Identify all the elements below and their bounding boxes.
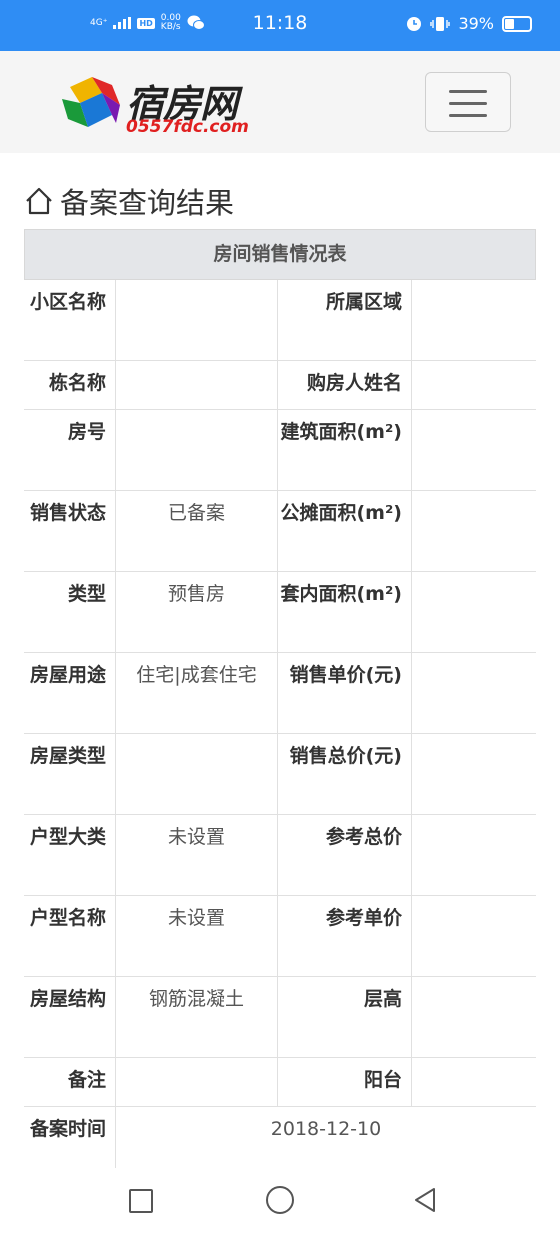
- field-value: [412, 572, 536, 652]
- field-label: 层高: [278, 977, 412, 1057]
- alarm-icon: [407, 16, 422, 31]
- field-label: 房屋用途: [24, 653, 116, 733]
- field-label: 套内面积(m²): [278, 572, 412, 652]
- recent-apps-button[interactable]: [129, 1189, 153, 1213]
- table-row: 小区名称 所属区域: [24, 280, 536, 361]
- field-label: 户型大类: [24, 815, 116, 895]
- field-value: [412, 1058, 536, 1106]
- table-row: 房号 建筑面积(m²): [24, 410, 536, 491]
- field-label: 销售单价(元): [278, 653, 412, 733]
- field-value: [116, 734, 278, 814]
- field-value: [116, 410, 278, 490]
- field-value: 钢筋混凝土: [116, 977, 278, 1057]
- field-label: 房号: [24, 410, 116, 490]
- page-title-text: 备案查询结果: [60, 186, 235, 220]
- field-label: 参考总价: [278, 815, 412, 895]
- field-value: [412, 491, 536, 571]
- field-value: [412, 280, 536, 360]
- status-right: 39%: [406, 14, 532, 33]
- field-value: [412, 653, 536, 733]
- field-label: 户型名称: [24, 896, 116, 976]
- table-row: 房屋用途 住宅|成套住宅 销售单价(元): [24, 653, 536, 734]
- field-value: [412, 977, 536, 1057]
- field-label: 公摊面积(m²): [278, 491, 412, 571]
- hamburger-icon: [449, 90, 487, 93]
- field-value: [116, 280, 278, 360]
- battery-fill: [505, 18, 514, 29]
- field-label: 备案时间: [24, 1107, 116, 1168]
- field-label: 备注: [24, 1058, 116, 1106]
- field-value: 已备案: [116, 491, 278, 571]
- table-row: 房屋结构 钢筋混凝土 层高: [24, 977, 536, 1058]
- field-label: 房屋类型: [24, 734, 116, 814]
- field-value: [412, 410, 536, 490]
- battery-percent: 39%: [458, 14, 494, 33]
- page-title: 备案查询结果: [24, 180, 234, 222]
- home-icon: [26, 187, 52, 215]
- field-label: 购房人姓名: [278, 361, 412, 409]
- table-title: 房间销售情况表: [24, 229, 536, 280]
- back-button[interactable]: [412, 1186, 438, 1214]
- menu-button[interactable]: [425, 72, 511, 132]
- site-logo[interactable]: 宿房网 0557fdc.com: [62, 71, 262, 137]
- table-row: 栋名称 购房人姓名: [24, 361, 536, 410]
- table-row: 备注 阳台: [24, 1058, 536, 1107]
- table-row: 备案时间 2018-12-10: [24, 1107, 536, 1168]
- field-value: 未设置: [116, 815, 278, 895]
- field-value: [116, 361, 278, 409]
- field-label: 参考单价: [278, 896, 412, 976]
- hamburger-icon: [449, 102, 487, 105]
- field-value: [412, 815, 536, 895]
- status-bar: 4G⁺ HD 0.00 KB/s 11:18 39%: [0, 0, 560, 51]
- field-label: 房屋结构: [24, 977, 116, 1057]
- logo-domain: 0557fdc.com: [126, 117, 249, 137]
- field-value: 住宅|成套住宅: [116, 653, 278, 733]
- field-value: 预售房: [116, 572, 278, 652]
- field-label: 所属区域: [278, 280, 412, 360]
- field-label: 销售总价(元): [278, 734, 412, 814]
- field-label: 建筑面积(m²): [278, 410, 412, 490]
- field-value: [412, 734, 536, 814]
- navigation-bar: [0, 1168, 560, 1233]
- field-value: [116, 1058, 278, 1106]
- table-row: 销售状态 已备案 公摊面积(m²): [24, 491, 536, 572]
- table-row: 户型大类 未设置 参考总价: [24, 815, 536, 896]
- hamburger-icon: [449, 114, 487, 117]
- field-value: 未设置: [116, 896, 278, 976]
- field-label: 类型: [24, 572, 116, 652]
- vibrate-icon: [430, 16, 451, 31]
- home-button[interactable]: [266, 1186, 294, 1214]
- field-value: [412, 896, 536, 976]
- table-row: 房屋类型 销售总价(元): [24, 734, 536, 815]
- table-row: 户型名称 未设置 参考单价: [24, 896, 536, 977]
- logo-cube-icon: [62, 77, 120, 127]
- field-value: 2018-12-10: [270, 1118, 382, 1140]
- field-label: 栋名称: [24, 361, 116, 409]
- field-label: 阳台: [278, 1058, 412, 1106]
- table-row: 类型 预售房 套内面积(m²): [24, 572, 536, 653]
- field-label: 销售状态: [24, 491, 116, 571]
- battery-icon: [502, 15, 532, 32]
- info-table: 小区名称 所属区域 栋名称 购房人姓名 房号 建筑面积(m²) 销售状态 已备案 公摊面积(m²…: [24, 280, 536, 1168]
- field-label: 小区名称: [24, 280, 116, 360]
- field-value: [412, 361, 536, 409]
- site-header: 宿房网 0557fdc.com: [0, 51, 560, 153]
